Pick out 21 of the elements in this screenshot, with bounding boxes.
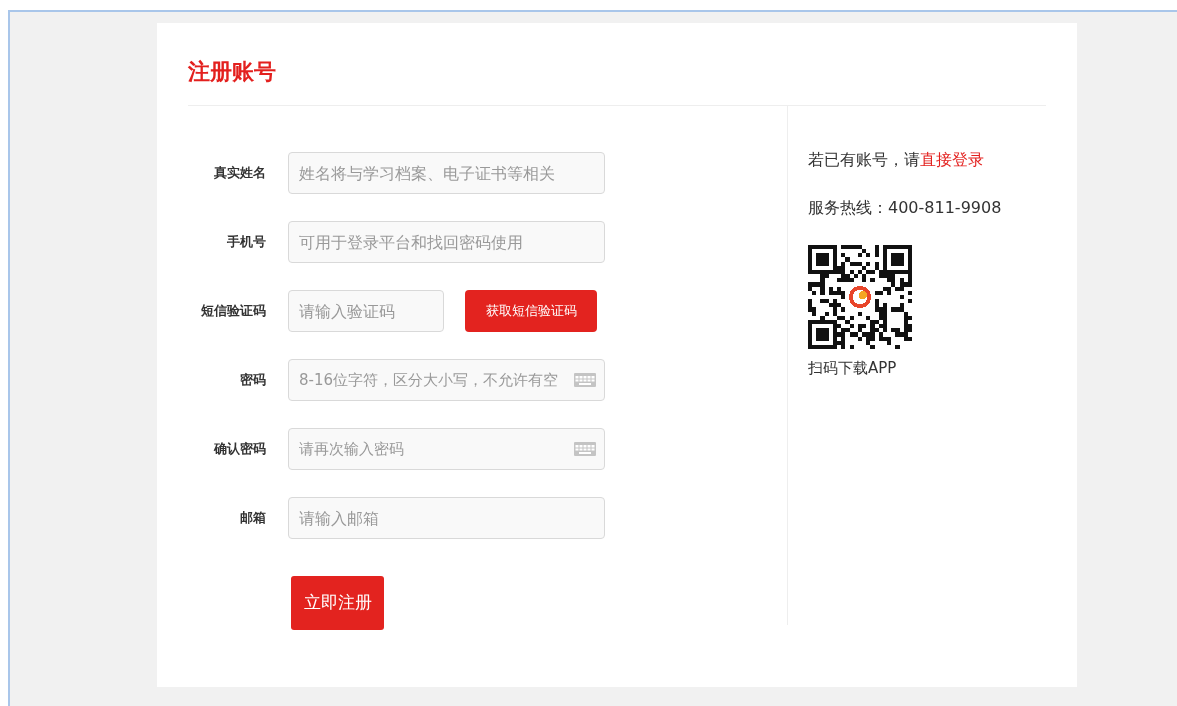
field-label: 手机号	[226, 233, 266, 251]
input-field[interactable]: 可用于登录平台和找回密码使用	[288, 221, 605, 263]
hotline-text: 服务热线：400-811-9908	[808, 197, 1002, 219]
get-code-button[interactable]: 获取短信验证码	[465, 290, 597, 332]
password-field[interactable]: 请再次输入密码	[288, 428, 605, 470]
qr-caption: 扫码下载APP	[808, 359, 898, 378]
login-prompt: 若已有账号，请直接登录	[808, 149, 985, 171]
page-title: 注册账号	[188, 58, 276, 86]
register-button[interactable]: 立即注册	[291, 575, 384, 630]
code-field[interactable]: 请输入验证码	[288, 290, 444, 332]
field-label: 确认密码	[212, 440, 266, 458]
field-label: 短信验证码	[200, 302, 266, 320]
password-field[interactable]: 8-16位字符，区分大小写，不允许有空	[288, 359, 605, 401]
field-label: 密码	[239, 371, 266, 389]
input-field[interactable]: 姓名将与学习档案、电子证书等相关	[288, 152, 605, 194]
keyboard-icon[interactable]	[574, 442, 596, 456]
input-field[interactable]: 请输入邮箱	[288, 497, 605, 539]
field-label: 邮箱	[239, 509, 266, 527]
login-link[interactable]: 直接登录	[920, 150, 984, 169]
field-label: 真实姓名	[213, 164, 266, 182]
keyboard-icon[interactable]	[574, 373, 596, 387]
